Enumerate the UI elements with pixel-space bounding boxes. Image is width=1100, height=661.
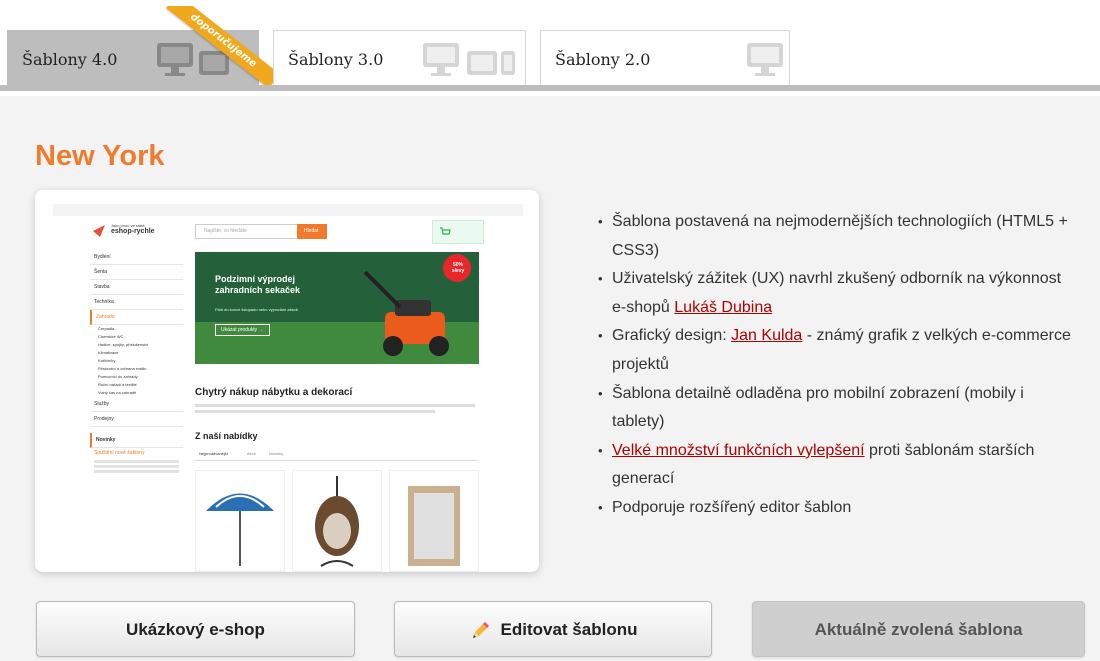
feature-item: Šablona detailně odladěna pro mobilní zo… — [598, 380, 1078, 437]
feature-text: Grafický design: — [612, 327, 732, 345]
product-card — [389, 470, 479, 572]
hanging-chair-image — [315, 476, 359, 567]
banner-title: Podzimní výprodej zahradních sekaček — [215, 274, 301, 295]
current-template-label: Aktuálně zvolená šablona — [814, 620, 1023, 639]
submenu-item: Volný čas na zahradě — [98, 390, 137, 395]
product-card — [195, 470, 285, 572]
tab-sablony-3[interactable]: Šablony 3.0 — [273, 30, 526, 85]
feature-text: Šablona postavená na nejmodernějších tec… — [612, 213, 1068, 259]
designer-link[interactable]: Jan Kulda — [731, 327, 802, 344]
edit-template-label: Editovat šablonu — [500, 620, 638, 639]
submenu-item: Pomocníci do zahrady — [98, 374, 138, 379]
preview-search-button: Hledat — [297, 224, 327, 239]
offer-heading: Z naší nabídky — [195, 431, 258, 441]
banner-subtitle: Platí do konce listopadu nebo vyprodání … — [215, 307, 298, 312]
menu-item: Prodejny — [90, 412, 183, 427]
recommended-ribbon: doporučujeme — [160, 6, 275, 86]
feature-text: Šablona detailně odladěna pro mobilní zo… — [612, 384, 1024, 431]
feature-item: Uživatelský zážitek (UX) navrhl zkušený … — [598, 265, 1078, 322]
news-title: Spuštění nové šablony — [94, 450, 145, 456]
search-button-label: Hledat — [304, 228, 319, 234]
tab-label: Šablony 2.0 — [555, 50, 651, 69]
devices-icon — [423, 43, 515, 76]
template-title: New York — [35, 140, 165, 172]
tab-sablony-2[interactable]: Šablony 2.0 — [540, 30, 790, 85]
news-heading: Novinky — [90, 433, 183, 448]
pencil-icon — [472, 621, 489, 638]
umbrella-image — [206, 493, 274, 566]
product-card — [292, 470, 382, 572]
submenu-item: Chemické WC — [98, 334, 124, 339]
tab-label: Šablony 4.0 — [22, 50, 118, 69]
template-tabs: Šablony 4.0 doporučujeme Šablony 3.0 Šab… — [0, 0, 1100, 96]
menu-item: Stavba — [90, 280, 183, 295]
logo-text: eshop-rychle — [111, 228, 155, 235]
demo-eshop-button[interactable]: Ukázkový e-shop — [36, 601, 355, 657]
feature-item: Grafický design: Jan Kulda - známý grafi… — [598, 322, 1078, 379]
submenu-item: Klimatizace — [98, 350, 119, 355]
submenu-item: Ruční nářadí a textilie — [98, 382, 137, 387]
preview-cart — [432, 220, 484, 244]
cart-icon — [440, 227, 451, 235]
feature-text: Podporuje rozšířený editor šablon — [612, 498, 852, 516]
offer-tab: Akce — [247, 451, 256, 456]
menu-item: Šenta — [90, 265, 183, 280]
feature-item: Šablona postavená na nejmodernějších tec… — [598, 208, 1078, 265]
improvements-link[interactable]: Velké množství funkčních vylepšení — [612, 442, 865, 459]
news-text-line — [94, 465, 179, 468]
banner-button: Ukázat produkty → — [215, 324, 270, 336]
logo-icon — [93, 225, 105, 237]
monitor-icon — [747, 43, 783, 76]
preview-text-line — [195, 410, 435, 413]
preview-banner: 50% slevy Podzimní výprodej zahradních s… — [195, 252, 479, 364]
offer-tab: Nejprodávanější — [199, 451, 228, 456]
menu-item: Zahrada — [90, 310, 183, 325]
preview-menu: Bydlení Šenta Stavba Technika Zahrada Če… — [90, 250, 183, 475]
submenu-item: Čerpadla — [98, 326, 115, 331]
submenu-item: Pěstování a ochrana rostlin — [98, 366, 147, 371]
current-template-button[interactable]: Aktuálně zvolená šablona — [752, 601, 1085, 657]
sale-badge: 50% slevy — [451, 262, 465, 274]
submenu-item: Kotlíčníky — [98, 358, 116, 363]
preview-heading: Chytrý nákup nábytku a dekorací — [195, 387, 353, 398]
news-text-line — [94, 460, 179, 463]
search-placeholder: Napište, co hledáte — [204, 228, 247, 234]
offer-tab: Novinky — [269, 451, 284, 456]
ux-author-link[interactable]: Lukáš Dubina — [674, 299, 772, 316]
submenu-item: Hadice, spojky, příslušenství — [98, 342, 149, 347]
tab-label: Šablony 3.0 — [288, 50, 384, 69]
tab-underline — [0, 85, 1100, 91]
news-text-line — [94, 470, 179, 473]
menu-item: Bydlení — [90, 250, 183, 265]
ribbon-label: doporučujeme — [166, 6, 275, 86]
feature-item: Podporuje rozšířený editor šablon — [598, 494, 1078, 523]
preview-topbar — [53, 204, 523, 216]
submenu: Čerpadla Chemické WC Hadice, spojky, pří… — [90, 325, 183, 397]
preview-text-line — [195, 404, 475, 407]
wardrobe-image — [408, 486, 460, 566]
feature-item: Velké množství funkčních vylepšení proti… — [598, 437, 1078, 494]
offer-tabs: Nejprodávanější Akce Novinky — [195, 448, 477, 461]
edit-template-button[interactable]: Editovat šablonu — [394, 601, 712, 657]
feature-list: Šablona postavená na nejmodernějších tec… — [598, 208, 1078, 523]
template-preview[interactable]: Jako první ve státě eshop-rychle Napište… — [35, 190, 539, 572]
menu-item: Technika — [90, 295, 183, 310]
demo-eshop-label: Ukázkový e-shop — [126, 620, 265, 639]
menu-item: Služby — [90, 397, 183, 412]
